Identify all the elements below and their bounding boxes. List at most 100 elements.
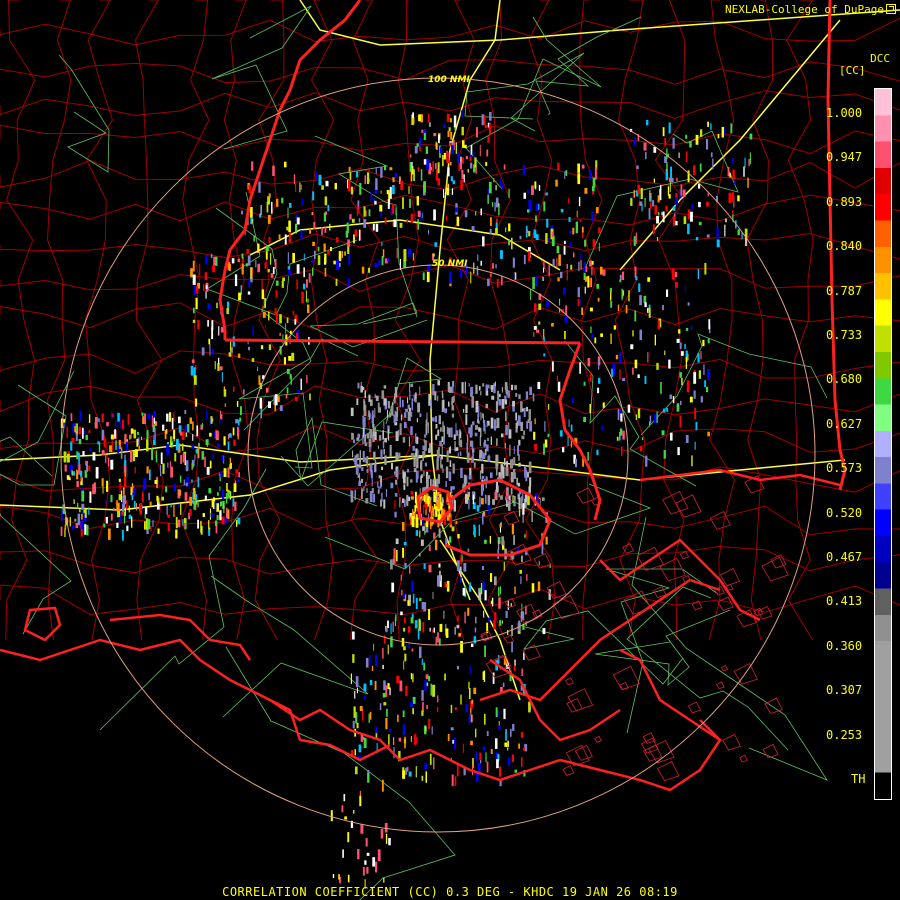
echo-pixel: [518, 462, 521, 467]
echo-pixel: [239, 417, 242, 422]
echo-pixel: [460, 694, 462, 705]
echo-pixel: [587, 358, 591, 367]
echo-pixel: [458, 632, 462, 637]
echo-pixel: [309, 393, 311, 401]
echo-pixel: [619, 369, 621, 380]
echo-pixel: [347, 277, 350, 288]
echo-pixel: [459, 431, 462, 439]
echo-pixel: [523, 407, 526, 417]
echo-pixel: [414, 734, 417, 745]
echo-pixel: [499, 766, 502, 777]
echo-pixel: [151, 448, 153, 461]
echo-pixel: [135, 503, 137, 511]
echo-pixel: [467, 548, 470, 552]
echo-pixel: [184, 410, 187, 415]
echo-pixel: [454, 776, 457, 786]
echo-pixel: [506, 461, 508, 468]
echo-pixel: [600, 266, 603, 275]
echo-pixel: [396, 675, 400, 684]
echo-pixel: [200, 520, 202, 533]
echo-pixel: [265, 246, 269, 252]
echo-pixel: [446, 426, 449, 435]
echo-pixel: [495, 197, 499, 208]
echo-pixel: [568, 217, 571, 222]
echo-pixel: [491, 202, 494, 207]
echo-pixel: [619, 352, 622, 363]
echo-pixel: [498, 399, 502, 406]
echo-pixel: [515, 393, 518, 397]
echo-pixel: [445, 628, 449, 638]
echo-pixel: [459, 439, 463, 448]
echo-pixel: [610, 291, 612, 301]
echo-pixel: [621, 446, 623, 456]
echo-pixel: [476, 751, 478, 762]
echo-pixel: [354, 489, 356, 500]
echo-pixel: [685, 435, 689, 443]
echo-pixel: [204, 495, 207, 500]
echo-pixel: [512, 257, 515, 268]
echo-pixel: [488, 505, 491, 514]
echo-pixel: [594, 337, 597, 344]
echo-pixel: [397, 452, 399, 460]
echo-pixel: [432, 253, 435, 257]
echo-pixel: [214, 501, 217, 511]
echo-pixel: [526, 406, 528, 412]
echo-pixel: [511, 641, 513, 653]
echo-pixel: [360, 478, 364, 483]
echo-pixel: [421, 690, 424, 701]
echo-pixel: [694, 441, 696, 450]
echo-pixel: [418, 114, 421, 122]
echo-pixel: [381, 390, 385, 399]
echo-pixel: [272, 267, 275, 274]
echo-pixel: [435, 539, 438, 551]
echo-pixel: [114, 429, 116, 439]
echo-pixel: [503, 562, 505, 571]
echo-pixel: [455, 430, 459, 436]
echo-pixel: [528, 231, 531, 237]
echo-pixel: [627, 404, 631, 413]
echo-pixel: [577, 173, 581, 185]
echo-pixel: [433, 757, 435, 770]
echo-pixel: [480, 485, 484, 496]
echo-pixel: [677, 447, 680, 456]
echo-pixel: [543, 443, 545, 455]
echo-pixel: [208, 338, 211, 345]
echo-pixel: [679, 415, 682, 428]
echo-pixel: [435, 141, 437, 149]
echo-pixel: [421, 710, 424, 716]
echo-pixel: [198, 443, 200, 447]
echo-pixel: [205, 290, 207, 299]
echo-pixel: [324, 226, 327, 233]
echo-pixel: [456, 764, 459, 777]
echo-pixel: [531, 185, 534, 195]
echo-pixel: [287, 207, 289, 219]
echo-pixel: [266, 201, 269, 213]
echo-pixel: [84, 508, 87, 518]
echo-pixel: [216, 302, 218, 309]
echo-pixel: [571, 398, 574, 404]
echo-pixel: [428, 564, 432, 573]
echo-pixel: [429, 443, 431, 454]
echo-pixel: [451, 413, 455, 418]
echo-pixel: [406, 766, 409, 772]
echo-pixel: [477, 419, 479, 424]
echo-pixel: [415, 458, 417, 466]
echo-pixel: [479, 449, 483, 458]
echo-pixel: [182, 519, 184, 526]
credit-link[interactable]: NEXLAB-College of DuPage: [725, 3, 896, 16]
echo-pixel: [462, 140, 465, 148]
echo-pixel: [473, 687, 477, 695]
echo-pixel: [578, 196, 581, 207]
echo-pixel: [543, 353, 546, 357]
echo-pixel: [428, 718, 431, 729]
echo-pixel: [193, 500, 196, 510]
echo-pixel: [666, 407, 669, 412]
echo-pixel: [442, 468, 444, 473]
echo-pixel: [363, 206, 366, 217]
echo-pixel: [670, 432, 673, 441]
echo-pixel: [336, 237, 339, 243]
echo-pixel: [383, 449, 385, 455]
echo-pixel: [424, 763, 428, 769]
echo-pixel: [453, 115, 457, 128]
echo-pixel: [495, 738, 498, 749]
